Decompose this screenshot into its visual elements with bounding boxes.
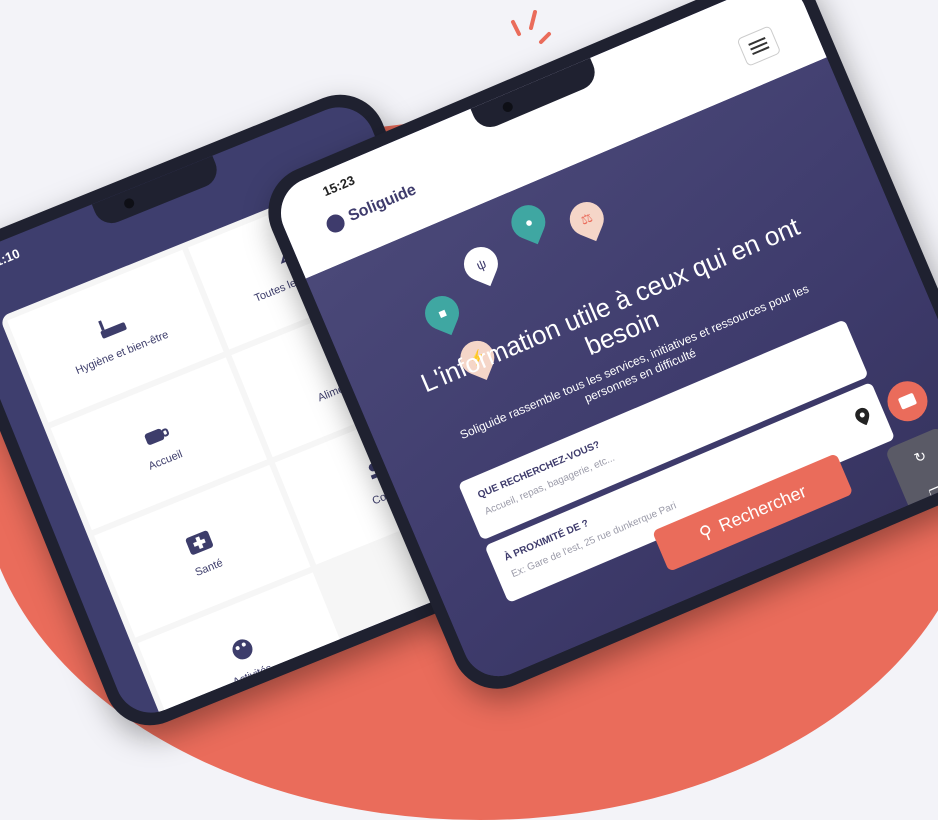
category-label: Accueil <box>146 448 185 473</box>
coffee-icon <box>144 428 169 446</box>
status-time: 11:10 <box>0 245 22 272</box>
palette-icon <box>232 639 253 660</box>
camera-icon <box>122 196 136 210</box>
bathtub-icon <box>97 320 127 339</box>
phone-notch <box>91 155 223 229</box>
reload-icon[interactable]: ↻ <box>911 447 928 467</box>
category-label: Santé <box>193 557 225 579</box>
hamburger-menu-button[interactable] <box>736 25 782 67</box>
logo-text: Soliguide <box>345 181 419 226</box>
status-time: 15:23 <box>320 172 357 200</box>
logo-icon <box>323 211 348 236</box>
tabs-icon[interactable]: ❐ <box>927 483 938 504</box>
camera-icon <box>501 100 515 114</box>
spark-decoration <box>511 10 551 44</box>
location-pin-icon[interactable] <box>853 406 873 428</box>
chat-icon <box>897 392 918 410</box>
search-icon: ⚲ <box>695 520 716 544</box>
medical-kit-icon <box>185 530 213 555</box>
